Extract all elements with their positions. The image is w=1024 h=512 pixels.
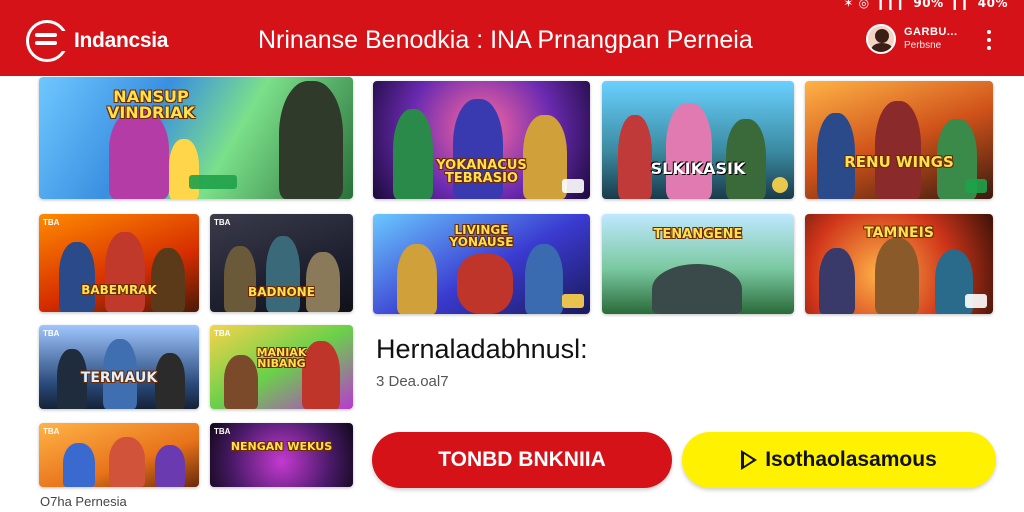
avatar <box>866 24 896 54</box>
game-title: TAMNEIS <box>864 225 934 241</box>
app-header: ✶ ◎ ▎▎▎ 90% ▎▎ 40% Indancsia Nrinanse Be… <box>0 0 1024 76</box>
section-heading: Hernaladabhnusl: <box>376 334 588 364</box>
status-icons: ✶ ◎ <box>843 0 870 10</box>
game-title: YOKANACUS TEBRASIO <box>436 158 527 186</box>
primary-action-button[interactable]: TONBD BNKNIIA <box>372 432 672 488</box>
game-tag: TBA <box>43 427 60 436</box>
user-name: GARBU... <box>904 26 958 38</box>
game-thumbnail[interactable]: LIVINGE YONAUSE <box>373 214 590 314</box>
page-title: Nrinanse Benodkia : INA Prnangpan Pernei… <box>258 26 753 54</box>
game-title: NENGAN WEKUS <box>230 440 333 453</box>
brand-logo[interactable]: Indancsia <box>26 20 168 62</box>
battery-indicator: ▎▎ 40% <box>953 0 1008 10</box>
game-thumbnail[interactable]: TAMNEIS <box>805 214 993 314</box>
game-thumbnail[interactable]: TBA <box>39 423 199 487</box>
primary-action-label: TONBD BNKNIIA <box>438 448 606 471</box>
game-thumbnail[interactable]: SLKIKASIK <box>602 81 794 199</box>
game-title: NANSUP VINDRIAK <box>106 87 196 122</box>
app-root: ✶ ◎ ▎▎▎ 90% ▎▎ 40% Indancsia Nrinanse Be… <box>0 0 1024 512</box>
play-button[interactable]: Isothaolasamous <box>682 432 996 488</box>
status-bar: ✶ ◎ ▎▎▎ 90% ▎▎ 40% <box>843 0 1008 10</box>
more-menu-icon[interactable] <box>984 30 994 52</box>
game-title: MANIAK NIBANG <box>256 346 307 370</box>
play-button-label: Isothaolasamous <box>765 448 937 471</box>
game-thumbnail[interactable]: TENANGENE <box>602 214 794 314</box>
game-thumbnail[interactable]: TBA TERMAUK <box>39 325 199 409</box>
game-tag: TBA <box>214 218 231 227</box>
game-title: RENU WINGS <box>844 153 954 171</box>
signal-indicator: ▎▎▎ 90% <box>879 0 944 10</box>
game-title: LIVINGE YONAUSE <box>449 223 514 249</box>
play-icon <box>741 450 758 470</box>
logo-text: Indancsia <box>74 29 169 52</box>
game-title: TENANGENE <box>653 227 743 242</box>
user-profile[interactable]: GARBU... Perbsne <box>866 24 958 54</box>
game-thumbnail[interactable]: RENU WINGS <box>805 81 993 199</box>
game-tag: TBA <box>43 218 60 227</box>
logo-icon <box>26 20 71 62</box>
user-text: GARBU... Perbsne <box>904 26 958 52</box>
game-thumbnail[interactable]: TBA BADNONE <box>210 214 353 312</box>
game-title: BABEMRAK <box>81 283 157 297</box>
game-title: SLKIKASIK <box>650 159 746 178</box>
game-tag: TBA <box>43 329 60 338</box>
game-thumbnail[interactable]: TBA BABEMRAK <box>39 214 199 312</box>
game-tag: TBA <box>214 427 231 436</box>
footer-text: O7ha Pernesia <box>40 494 127 509</box>
game-tag: TBA <box>214 329 231 338</box>
game-thumbnail[interactable]: TBA NENGAN WEKUS <box>210 423 353 487</box>
game-title: BADNONE <box>248 285 315 299</box>
user-subtitle: Perbsne <box>904 40 942 51</box>
game-thumbnail[interactable]: YOKANACUS TEBRASIO <box>373 81 590 199</box>
game-thumbnail[interactable]: NANSUP VINDRIAK <box>39 77 353 199</box>
game-title: TERMAUK <box>80 370 158 386</box>
section-subtitle: 3 Dea.oal7 <box>376 373 449 390</box>
game-thumbnail[interactable]: TBA MANIAK NIBANG <box>210 325 353 409</box>
